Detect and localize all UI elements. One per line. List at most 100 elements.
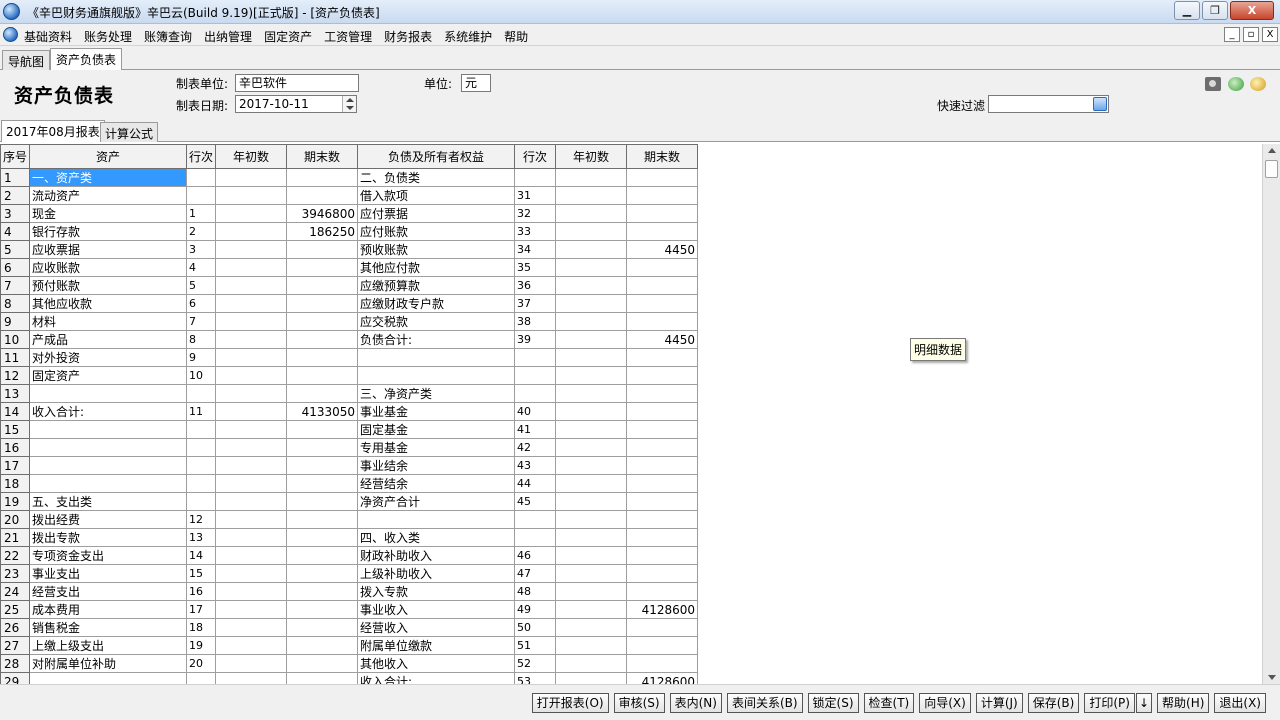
minimize-button[interactable]: ▁: [1174, 1, 1200, 20]
grid-cell[interactable]: [626, 204, 699, 223]
tab-navigation[interactable]: 导航图: [2, 50, 51, 70]
tab-report-2017-08[interactable]: 2017年08月报表: [1, 120, 105, 142]
grid-cell[interactable]: 应缴财政专户款: [357, 294, 516, 313]
grid-cell[interactable]: [215, 330, 288, 349]
grid-cell[interactable]: 应缴预算款: [357, 276, 516, 295]
grid-cell[interactable]: [286, 168, 359, 187]
grid-cell[interactable]: [555, 276, 628, 295]
grid-cell[interactable]: [626, 402, 699, 421]
grid-cell[interactable]: 固定资产: [29, 366, 188, 385]
grid-cell[interactable]: 38: [514, 312, 557, 331]
camera-icon[interactable]: [1205, 77, 1221, 91]
grid-cell[interactable]: 3946800: [286, 204, 359, 223]
filter-search-icon[interactable]: [1093, 97, 1107, 111]
grid-cell[interactable]: 应付账款: [357, 222, 516, 241]
grid-cell[interactable]: 35: [514, 258, 557, 277]
grid-cell[interactable]: [215, 222, 288, 241]
wizard-button[interactable]: 向导(X): [919, 693, 971, 713]
grid-cell[interactable]: [286, 636, 359, 655]
grid-cell[interactable]: 19: [186, 636, 217, 655]
grid-cell[interactable]: [215, 510, 288, 529]
grid-cell[interactable]: [215, 294, 288, 313]
grid-cell[interactable]: 应收账款: [29, 258, 188, 277]
date-spinner[interactable]: [342, 96, 356, 112]
inter-table-relation-button[interactable]: 表间关系(B): [726, 693, 803, 713]
grid-cell[interactable]: 42: [514, 438, 557, 457]
grid-cell[interactable]: 经营收入: [357, 618, 516, 637]
grid-cell[interactable]: [29, 438, 188, 457]
grid-cell[interactable]: [514, 366, 557, 385]
grid-cell[interactable]: [215, 258, 288, 277]
menu-basic-data[interactable]: 基础资料: [24, 28, 72, 45]
col-index-header[interactable]: 序号: [0, 144, 31, 169]
grid-cell[interactable]: [215, 420, 288, 439]
grid-cell[interactable]: 产成品: [29, 330, 188, 349]
grid-cell[interactable]: 14: [186, 546, 217, 565]
grid-cell[interactable]: 应收票据: [29, 240, 188, 259]
grid-cell[interactable]: [514, 384, 557, 403]
grid-cell[interactable]: [555, 546, 628, 565]
print-button[interactable]: 打印(P): [1084, 693, 1135, 713]
network-icon[interactable]: [1228, 77, 1244, 91]
grid-cell[interactable]: [514, 528, 557, 547]
grid-cell[interactable]: 186250: [286, 222, 359, 241]
scroll-down-icon[interactable]: [1268, 675, 1276, 680]
grid-cell[interactable]: 四、收入类: [357, 528, 516, 547]
grid-cell[interactable]: 财政补助收入: [357, 546, 516, 565]
grid-cell[interactable]: 8: [186, 330, 217, 349]
grid-cell[interactable]: 32: [514, 204, 557, 223]
grid-cell[interactable]: 39: [514, 330, 557, 349]
grid-cell[interactable]: [555, 168, 628, 187]
grid-cell[interactable]: 成本费用: [29, 600, 188, 619]
grid-cell[interactable]: 上级补助收入: [357, 564, 516, 583]
grid-cell[interactable]: [215, 402, 288, 421]
grid-cell[interactable]: [555, 510, 628, 529]
grid-cell[interactable]: 4450: [626, 240, 699, 259]
grid-cell[interactable]: [555, 258, 628, 277]
mdi-minimize-button[interactable]: _: [1224, 27, 1240, 42]
grid-cell[interactable]: [626, 582, 699, 601]
grid-cell[interactable]: 预收账款: [357, 240, 516, 259]
grid-cell[interactable]: [186, 420, 217, 439]
intra-table-button[interactable]: 表内(N): [669, 693, 722, 713]
grid-cell[interactable]: [215, 564, 288, 583]
grid-cell[interactable]: [215, 582, 288, 601]
grid-cell[interactable]: 48: [514, 582, 557, 601]
grid-cell[interactable]: [215, 528, 288, 547]
col-asset-begin-header[interactable]: 年初数: [215, 144, 288, 169]
grid-cell[interactable]: [555, 312, 628, 331]
grid-cell[interactable]: 51: [514, 636, 557, 655]
grid-cell[interactable]: 49: [514, 600, 557, 619]
grid-cell[interactable]: [186, 384, 217, 403]
grid-cell[interactable]: 一、资产类: [29, 168, 188, 187]
grid-cell[interactable]: [286, 582, 359, 601]
grid-cell[interactable]: [555, 366, 628, 385]
grid-cell[interactable]: 46: [514, 546, 557, 565]
grid-cell[interactable]: [186, 492, 217, 511]
grid-cell[interactable]: [626, 348, 699, 367]
grid-cell[interactable]: [626, 546, 699, 565]
grid-cell[interactable]: [286, 258, 359, 277]
grid-cell[interactable]: 12: [186, 510, 217, 529]
grid-cell[interactable]: [626, 654, 699, 673]
grid-cell[interactable]: 36: [514, 276, 557, 295]
col-liability-line-header[interactable]: 行次: [514, 144, 557, 169]
grid-cell[interactable]: [215, 600, 288, 619]
grid-cell[interactable]: 34: [514, 240, 557, 259]
menu-help[interactable]: 帮助: [504, 28, 528, 45]
grid-cell[interactable]: [555, 600, 628, 619]
lock-button[interactable]: 锁定(S): [807, 693, 859, 713]
check-button[interactable]: 检查(T): [863, 693, 915, 713]
grid-cell[interactable]: 经营结余: [357, 474, 516, 493]
grid-cell[interactable]: 借入款项: [357, 186, 516, 205]
grid-cell[interactable]: 4128600: [626, 600, 699, 619]
grid-cell[interactable]: [626, 276, 699, 295]
grid-cell[interactable]: [286, 474, 359, 493]
grid-cell[interactable]: [29, 456, 188, 475]
grid-cell[interactable]: [215, 204, 288, 223]
grid-cell[interactable]: [286, 384, 359, 403]
grid-cell[interactable]: 事业基金: [357, 402, 516, 421]
audit-button[interactable]: 审核(S): [613, 693, 665, 713]
grid-cell[interactable]: [626, 186, 699, 205]
grid-cell[interactable]: 43: [514, 456, 557, 475]
